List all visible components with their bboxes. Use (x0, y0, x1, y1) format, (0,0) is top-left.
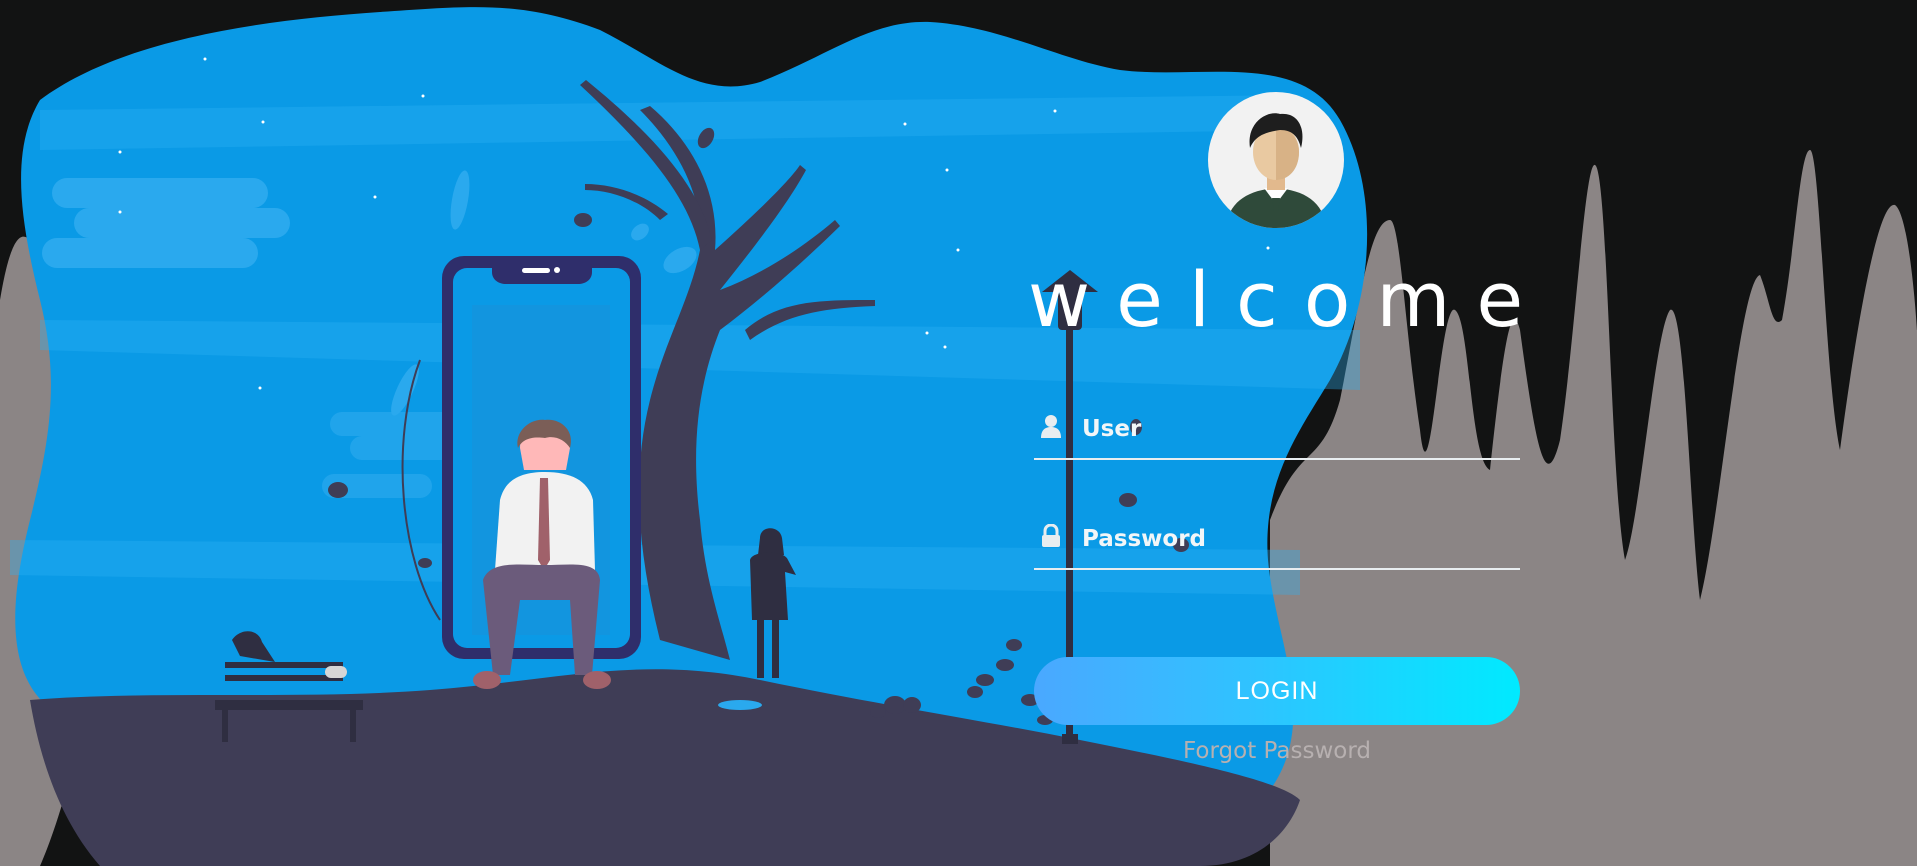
password-field (1034, 512, 1520, 570)
user-field (1034, 402, 1520, 460)
welcome-title: welcome (1028, 255, 1550, 344)
password-input[interactable] (1080, 516, 1514, 562)
forgot-password-link[interactable]: Forgot Password (1034, 738, 1520, 764)
background-illustration (0, 0, 1917, 866)
avatar-icon (1208, 92, 1344, 228)
cloud (42, 178, 290, 268)
login-button[interactable]: LOGIN (1034, 657, 1520, 725)
user-icon (1040, 414, 1062, 438)
lock-icon (1040, 523, 1062, 548)
user-input[interactable] (1080, 406, 1514, 452)
